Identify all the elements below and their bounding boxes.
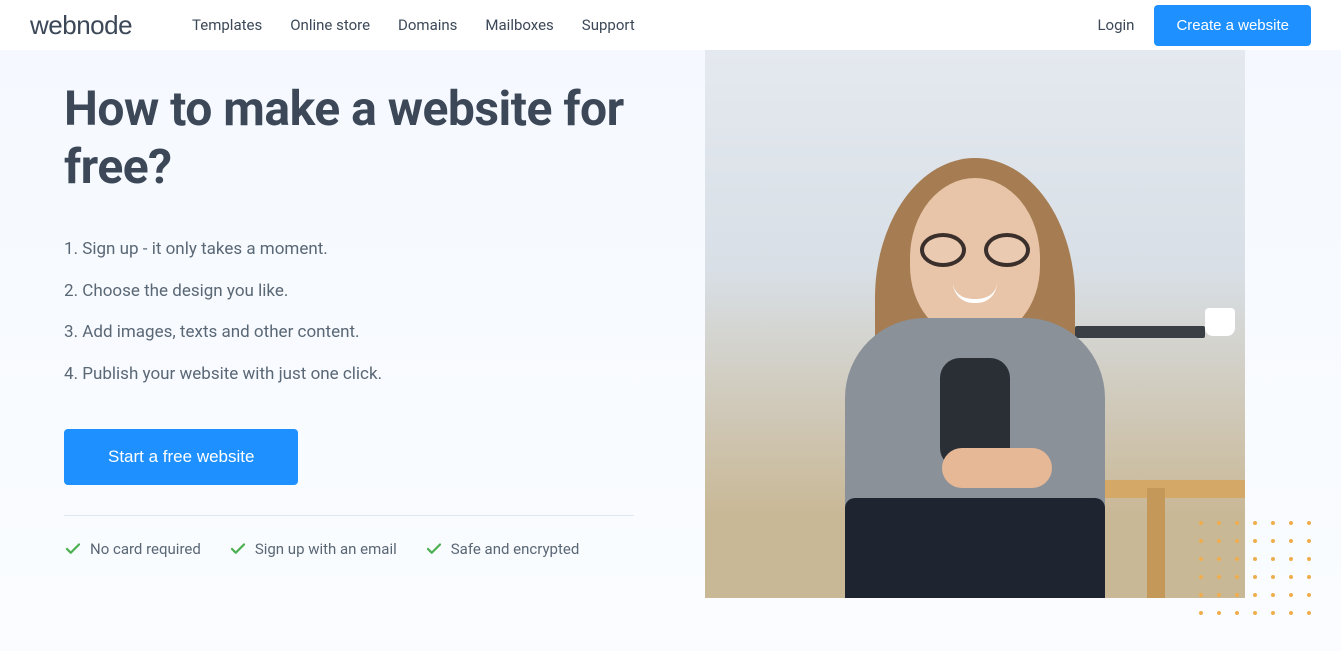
check-icon [229,540,247,558]
divider [64,515,634,516]
step-2: Choose the design you like. [64,279,657,305]
check-icon [425,540,443,558]
step-1: Sign up - it only takes a moment. [64,237,657,263]
step-4: Publish your website with just one click… [64,362,657,388]
feature-label: Safe and encrypted [451,540,580,558]
step-3: Add images, texts and other content. [64,320,657,346]
nav-templates[interactable]: Templates [192,16,262,34]
main-nav: Templates Online store Domains Mailboxes… [192,16,1097,34]
nav-mailboxes[interactable]: Mailboxes [485,16,553,34]
nav-support[interactable]: Support [582,16,635,34]
hero-section: How to make a website for free? Sign up … [0,50,1341,651]
brand-logo[interactable]: webnode [30,10,132,41]
feature-no-card: No card required [64,540,201,558]
create-website-button[interactable]: Create a website [1154,5,1311,46]
header-actions: Login Create a website [1097,5,1311,46]
feature-signup-email: Sign up with an email [229,540,397,558]
login-link[interactable]: Login [1097,16,1134,34]
hero-image [705,50,1245,598]
nav-domains[interactable]: Domains [398,16,457,34]
hero-media [697,50,1341,651]
feature-label: Sign up with an email [255,540,397,558]
steps-list: Sign up - it only takes a moment. Choose… [64,237,657,387]
features-list: No card required Sign up with an email S… [64,540,657,558]
feature-label: No card required [90,540,201,558]
person-illustration [815,178,1135,598]
hero-content: How to make a website for free? Sign up … [0,50,697,651]
start-free-website-button[interactable]: Start a free website [64,429,298,485]
hero-title: How to make a website for free? [64,80,657,195]
check-icon [64,540,82,558]
site-header: webnode Templates Online store Domains M… [0,0,1341,50]
nav-online-store[interactable]: Online store [290,16,370,34]
feature-safe-encrypted: Safe and encrypted [425,540,580,558]
